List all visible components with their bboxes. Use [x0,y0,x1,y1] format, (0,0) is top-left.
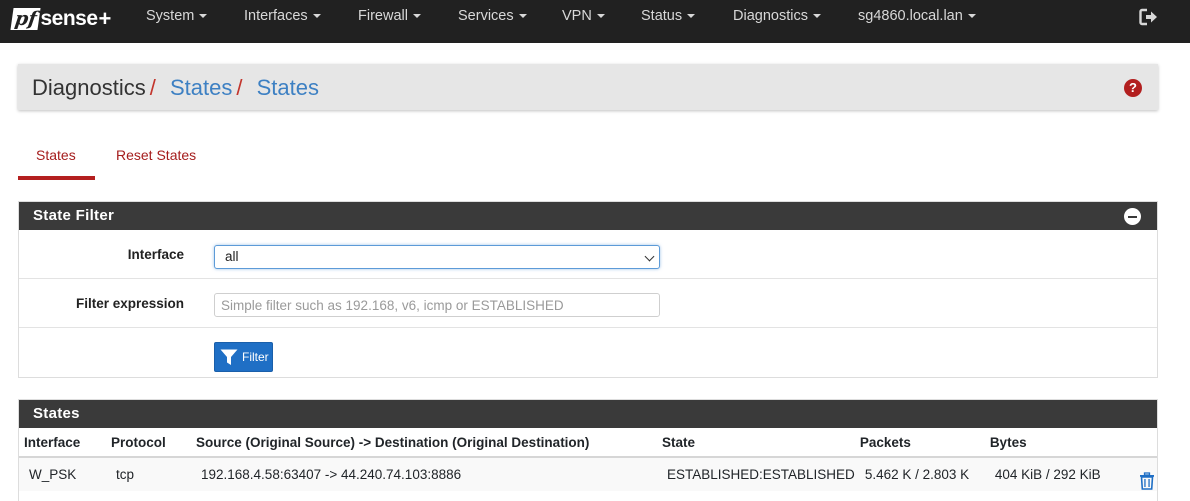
filter-button-label: Filter [242,350,269,364]
breadcrumb-states-current[interactable]: States [257,75,319,100]
pfsense-logo[interactable]: pf sense + [10,6,112,32]
caret-down-icon [518,14,527,19]
nav-label: Diagnostics [733,8,808,24]
filter-icon [220,349,238,365]
column-header-state[interactable]: State [657,428,855,458]
caret-down-icon [312,14,321,19]
filter-expression-row: Filter expression [19,279,1157,328]
interface-select[interactable]: all [214,245,660,269]
caret-down-icon [596,14,605,19]
caret-down-icon [687,14,696,19]
active-tab-indicator [18,176,95,180]
nav-label: sg4860.local.lan [858,8,963,24]
column-header-source-destination[interactable]: Source (Original Source) -> Destination … [191,428,657,458]
nav-firewall-menu[interactable]: Firewall [358,0,421,33]
chevron-down-icon [644,251,655,262]
column-header-interface[interactable]: Interface [19,428,106,458]
cell-interface: W_PSK [19,457,106,491]
nav-services-menu[interactable]: Services [458,0,527,33]
column-header-actions [1128,428,1157,458]
sign-out-icon[interactable] [1139,8,1159,26]
state-filter-panel: State Filter Interface all Filter expres… [18,201,1158,378]
states-table: Interface Protocol Source (Original Sour… [19,428,1157,491]
cell-source-destination: 192.168.4.58:63407 -> 44.240.74.103:8886 [191,457,657,491]
nav-label: Services [458,8,514,24]
interface-select-value: all [225,249,239,264]
filter-expression-label: Filter expression [75,296,184,311]
panel-title: States [33,405,80,422]
states-header: States [19,400,1157,428]
caret-down-icon [812,14,821,19]
caret-down-icon [967,14,976,19]
table-row: W_PSK tcp 192.168.4.58:63407 -> 44.240.7… [19,457,1157,491]
logo-text: sense [40,7,98,30]
caret-down-icon [199,14,208,19]
nav-diagnostics-menu[interactable]: Diagnostics [733,0,821,33]
cell-protocol: tcp [106,457,191,491]
minus-circle-icon[interactable] [1124,208,1141,225]
table-header-row: Interface Protocol Source (Original Sour… [19,428,1157,458]
interface-label: Interface [127,247,184,262]
state-filter-header: State Filter [19,202,1157,230]
nav-label: Interfaces [244,8,308,24]
filter-button[interactable]: Filter [214,342,273,372]
top-navbar: pf sense + System Interfaces Firewall Se… [0,0,1190,43]
breadcrumb-diagnostics: Diagnostics [32,75,146,100]
caret-down-icon [412,14,421,19]
breadcrumb-states-link[interactable]: States [170,75,232,100]
nav-interfaces-menu[interactable]: Interfaces [244,0,321,33]
cell-packets: 5.462 K / 2.803 K [854,457,985,491]
breadcrumb-separator: / [236,75,243,100]
nav-vpn-menu[interactable]: VPN [562,0,605,33]
cell-state: ESTABLISHED:ESTABLISHED [657,457,855,491]
breadcrumb-trail: Diagnostics / States / States [32,75,319,101]
nav-label: VPN [562,8,592,24]
column-header-bytes[interactable]: Bytes [984,428,1129,458]
cell-actions [1128,457,1157,493]
breadcrumb: Diagnostics / States / States [18,64,1158,110]
nav-host-menu[interactable]: sg4860.local.lan [858,0,976,33]
nav-system-menu[interactable]: System [146,0,208,33]
interface-row: Interface all [19,230,1157,279]
tab-reset-states[interactable]: Reset States [116,146,196,164]
filter-expression-input[interactable] [214,293,660,317]
cell-bytes: 404 KiB / 292 KiB [984,457,1129,491]
filter-button-row: Filter [19,328,1157,377]
column-header-packets[interactable]: Packets [854,428,985,458]
logo-plus: + [98,6,112,31]
logo-mark: pf [10,8,42,30]
nav-label: Firewall [358,8,408,24]
breadcrumb-separator: / [149,75,156,100]
nav-label: Status [641,8,683,24]
nav-status-menu[interactable]: Status [641,0,696,33]
panel-title: State Filter [33,207,115,224]
trash-icon[interactable] [1139,472,1155,493]
help-icon[interactable]: ? [1124,79,1142,97]
states-panel: States Interface Protocol Source (Origin… [18,399,1158,501]
tab-states[interactable]: States [36,146,76,164]
column-header-protocol[interactable]: Protocol [106,428,191,458]
nav-label: System [146,8,195,24]
